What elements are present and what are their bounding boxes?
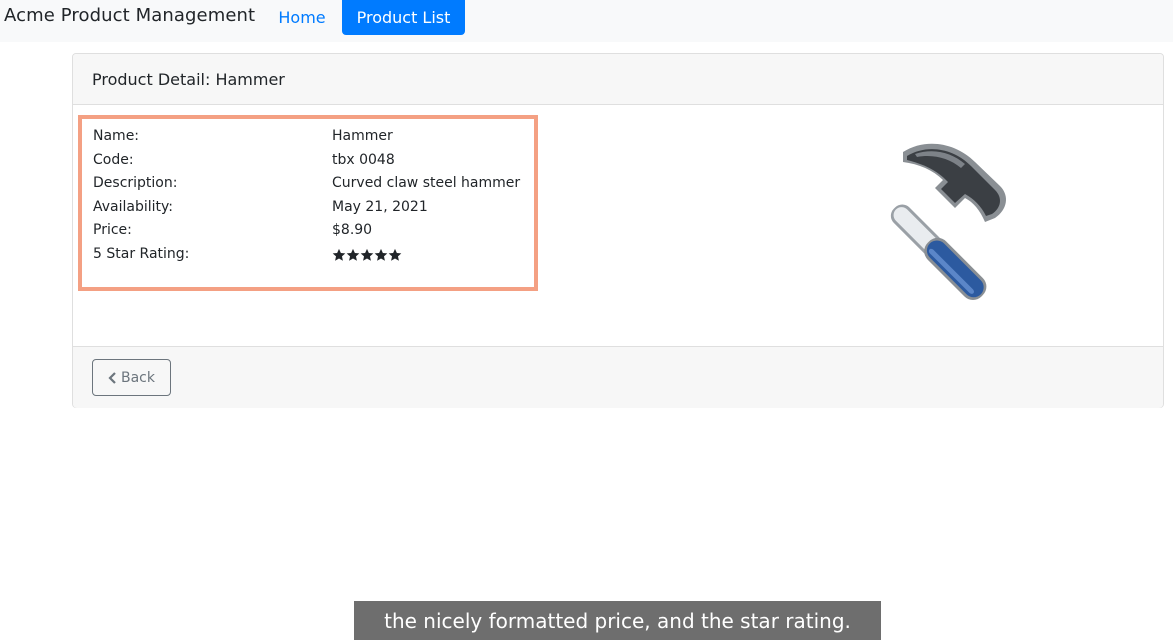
back-button[interactable]: Back [92,359,171,396]
detail-row-name: Name: Hammer [93,128,533,150]
navbar: Acme Product Management Home Product Lis… [0,0,1173,42]
hammer-image [815,130,1015,316]
detail-value: May 21, 2021 [332,199,428,215]
detail-label: Name: [93,128,140,144]
detail-label: Description: [93,175,178,191]
star-icon [374,248,388,262]
nav-link-product-list[interactable]: Product List [342,0,465,35]
star-icon [388,248,402,262]
star-rating [332,248,402,262]
video-caption: the nicely formatted price, and the star… [354,601,881,640]
detail-label: Price: [93,222,132,238]
card-footer: Back [73,346,1163,408]
card-header: Product Detail: Hammer [73,54,1163,105]
page-title: Product Detail: Hammer [92,70,285,89]
detail-row-description: Description: Curved claw steel hammer [93,175,533,197]
detail-label: Code: [93,152,134,168]
detail-label: Availability: [93,199,174,215]
detail-row-availability: Availability: May 21, 2021 [93,199,533,221]
navbar-brand[interactable]: Acme Product Management [4,5,255,26]
star-icon [332,248,346,262]
detail-label: 5 Star Rating: [93,246,190,262]
star-icon [346,248,360,262]
detail-row-price: Price: $8.90 [93,222,533,244]
star-icon [360,248,374,262]
detail-row-rating: 5 Star Rating: [93,246,533,268]
detail-value: Hammer [332,128,393,144]
detail-value: Curved claw steel hammer [332,175,521,191]
detail-value: tbx 0048 [332,152,395,168]
chevron-left-icon [108,371,117,384]
nav-link-home[interactable]: Home [266,0,338,35]
detail-value: $8.90 [332,222,373,238]
detail-row-code: Code: tbx 0048 [93,152,533,174]
back-button-label: Back [121,369,155,386]
